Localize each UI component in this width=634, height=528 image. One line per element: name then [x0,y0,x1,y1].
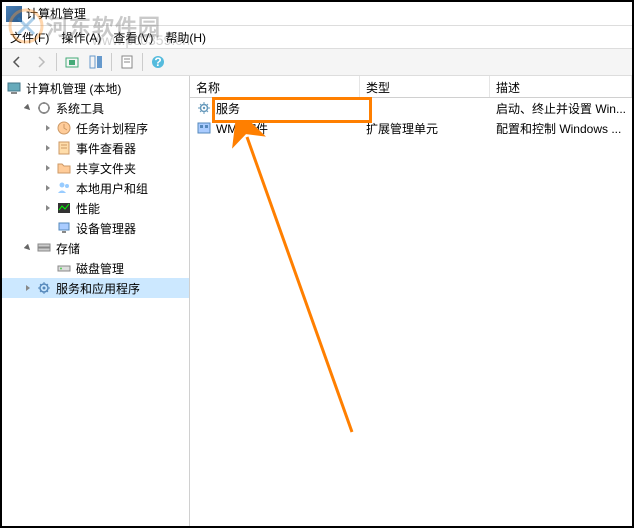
list-body: 服务 启动、终止并设置 Win... WMI 控件 扩展管理单元 配置和控制 W… [190,98,632,526]
svg-text:?: ? [154,55,161,69]
storage-icon [36,240,52,256]
performance-icon [56,200,72,216]
users-icon [56,180,72,196]
expand-icon[interactable] [42,202,54,214]
expand-icon[interactable] [22,282,34,294]
window-title: 计算机管理 [26,5,632,22]
toolbar: ? [2,48,632,76]
device-icon [56,220,72,236]
tree-event-viewer[interactable]: 事件查看器 [2,138,189,158]
tree-system-tools[interactable]: 系统工具 [2,98,189,118]
folder-share-icon [56,160,72,176]
titlebar: 计算机管理 [2,2,632,26]
event-icon [56,140,72,156]
tree-root[interactable]: 计算机管理 (本地) [2,78,189,98]
wmi-icon [196,120,212,136]
tree-shared-folders[interactable]: 共享文件夹 [2,158,189,178]
tree-panel: 计算机管理 (本地) 系统工具 任务计划程序 事件查看器 共享文件夹 [2,76,190,526]
menu-help[interactable]: 帮助(H) [161,27,210,48]
expand-icon[interactable] [42,142,54,154]
tree-device-manager[interactable]: 设备管理器 [2,218,189,238]
app-icon [6,6,22,22]
tools-icon [36,100,52,116]
menu-file[interactable]: 文件(F) [6,27,53,48]
menu-view[interactable]: 查看(V) [109,27,157,48]
tree-disk-management[interactable]: 磁盘管理 [2,258,189,278]
list-header: 名称 类型 描述 [190,76,632,98]
disk-icon [56,260,72,276]
column-name[interactable]: 名称 [190,76,360,97]
properties-button[interactable] [116,51,138,73]
gear-icon [196,100,212,116]
computer-icon [6,80,22,96]
list-item-wmi[interactable]: WMI 控件 扩展管理单元 配置和控制 Windows ... [190,118,632,138]
collapse-icon[interactable] [22,242,34,254]
content-area: 计算机管理 (本地) 系统工具 任务计划程序 事件查看器 共享文件夹 [2,76,632,526]
tree-services-apps[interactable]: 服务和应用程序 [2,278,189,298]
list-item-services[interactable]: 服务 启动、终止并设置 Win... [190,98,632,118]
help-button[interactable]: ? [147,51,169,73]
tree-task-scheduler[interactable]: 任务计划程序 [2,118,189,138]
tree-storage[interactable]: 存储 [2,238,189,258]
expand-icon[interactable] [42,162,54,174]
show-hide-button[interactable] [85,51,107,73]
back-button[interactable] [6,51,28,73]
services-icon [36,280,52,296]
expand-icon[interactable] [42,122,54,134]
list-panel: 名称 类型 描述 服务 启动、终止并设置 Win... WMI 控件 扩展管理单… [190,76,632,526]
column-type[interactable]: 类型 [360,76,490,97]
expand-icon[interactable] [42,182,54,194]
clock-icon [56,120,72,136]
menu-action[interactable]: 操作(A) [57,27,105,48]
column-desc[interactable]: 描述 [490,76,632,97]
tree-local-users[interactable]: 本地用户和组 [2,178,189,198]
forward-button[interactable] [30,51,52,73]
tree-performance[interactable]: 性能 [2,198,189,218]
menubar: 文件(F) 操作(A) 查看(V) 帮助(H) [2,26,632,48]
collapse-icon[interactable] [22,102,34,114]
up-button[interactable] [61,51,83,73]
